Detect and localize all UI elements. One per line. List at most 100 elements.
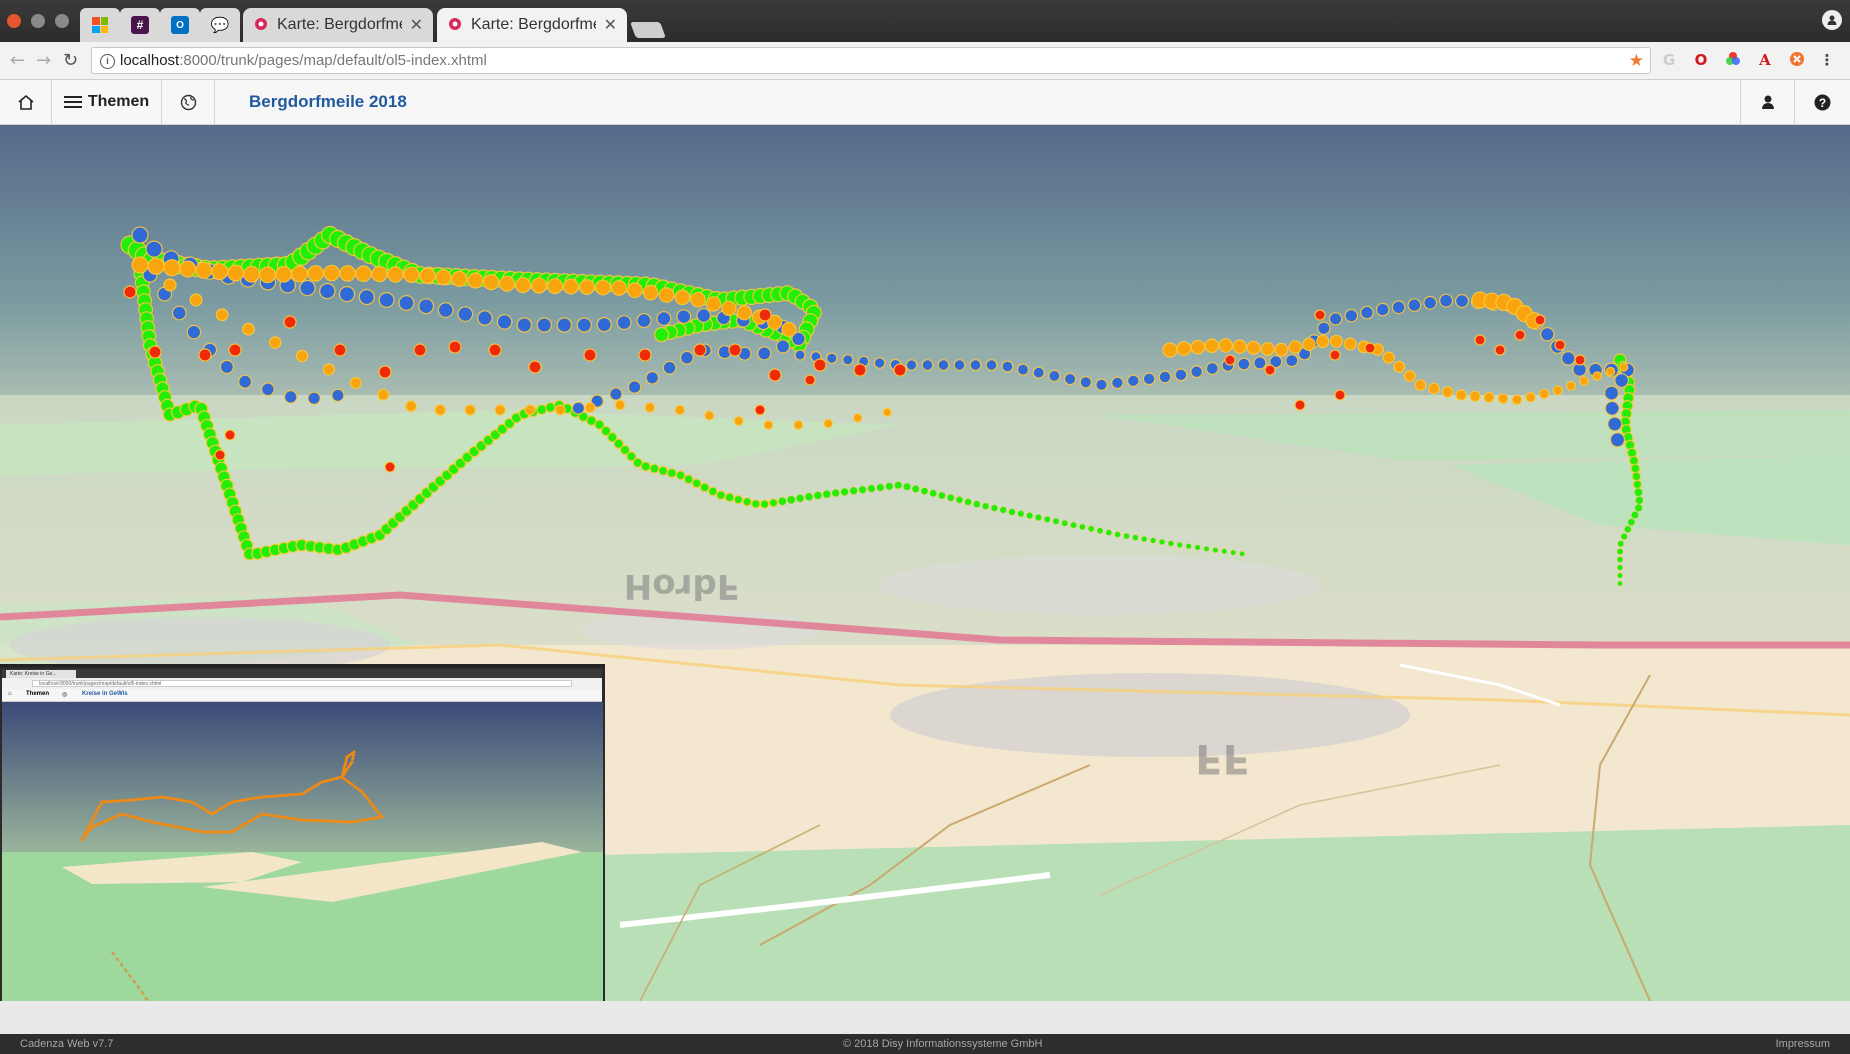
- track-point-green: [751, 499, 761, 509]
- inset-track-point: [147, 819, 151, 823]
- track-point-blue: [1604, 385, 1620, 401]
- track-point-green: [990, 504, 998, 512]
- inset-track-point: [260, 795, 264, 799]
- inset-track-point: [84, 833, 88, 837]
- tab-title: Karte: Bergdorfmeile 2018: [471, 16, 596, 33]
- inset-track-point: [233, 799, 237, 804]
- page-title: Bergdorfmeile 2018: [249, 92, 407, 111]
- new-tab-button[interactable]: [630, 22, 666, 38]
- address-bar[interactable]: i localhost:8000/trunk/pages/map/default…: [91, 47, 1651, 74]
- track-point-orange: [793, 420, 804, 430]
- inset-track-point: [350, 820, 354, 824]
- track-point-orange: [1176, 341, 1192, 357]
- user-icon: [1761, 95, 1774, 109]
- track-point-red: [198, 348, 212, 362]
- inset-track-point: [185, 827, 189, 831]
- inset-track-point: [109, 799, 113, 803]
- track-point-red: [693, 343, 707, 357]
- track-point-orange: [499, 275, 516, 292]
- inset-track-point: [194, 829, 198, 833]
- track-point-blue: [1360, 305, 1374, 320]
- pinned-tab-outlook[interactable]: O: [160, 8, 200, 42]
- track-point-red: [378, 365, 392, 379]
- track-point-red: [1474, 334, 1486, 346]
- track-point-green: [795, 494, 805, 503]
- track-point-green: [831, 488, 840, 498]
- track-point-red: [768, 368, 782, 382]
- track-point-orange: [642, 284, 659, 301]
- inset-track-point: [121, 799, 125, 803]
- color-picker-icon[interactable]: [1724, 51, 1742, 69]
- track-point-blue: [985, 359, 998, 372]
- track-point-orange: [584, 402, 596, 413]
- track-point-green: [658, 465, 669, 476]
- track-point-orange: [215, 308, 229, 322]
- bookmark-star-icon[interactable]: ★: [1629, 48, 1644, 73]
- track-point-orange: [227, 264, 245, 282]
- track-point-red: [813, 358, 827, 372]
- track-point-orange: [131, 256, 149, 274]
- track-point-green: [768, 498, 779, 508]
- globe-button[interactable]: [162, 80, 215, 124]
- info-icon[interactable]: i: [100, 54, 115, 69]
- inset-track-point: [278, 794, 283, 798]
- track-point-orange: [1455, 389, 1467, 401]
- inset-track-point: [175, 797, 179, 802]
- help-button[interactable]: ?: [1795, 80, 1850, 124]
- track-point-green: [666, 468, 677, 479]
- track-point-orange: [674, 404, 686, 416]
- forward-icon[interactable]: →: [36, 50, 51, 71]
- track-point-red: [1364, 342, 1376, 354]
- inset-track-point: [88, 828, 92, 832]
- track-point-blue: [842, 354, 854, 366]
- browser-tab-active[interactable]: Karte: Bergdorfmeile 2018 ✕: [437, 8, 627, 42]
- inset-track-point: [351, 757, 355, 761]
- pinned-tab-chat[interactable]: 💬: [200, 8, 240, 42]
- window-close-button[interactable]: [7, 14, 21, 28]
- pinned-tab-windows[interactable]: [80, 8, 120, 42]
- profile-button[interactable]: [1822, 10, 1842, 30]
- track-point-green: [1141, 535, 1148, 543]
- track-point-orange: [1393, 360, 1406, 373]
- reload-icon[interactable]: ↻: [63, 50, 78, 71]
- window-maximize-button[interactable]: [55, 14, 69, 28]
- inset-track-point: [272, 794, 276, 798]
- track-point-blue: [1142, 372, 1156, 386]
- back-icon[interactable]: ←: [10, 50, 25, 71]
- google-icon[interactable]: G: [1660, 51, 1678, 69]
- themes-button[interactable]: Themen: [52, 80, 162, 124]
- inset-track-point: [127, 798, 131, 802]
- track-point-red: [528, 360, 542, 374]
- inset-track-point: [242, 798, 246, 802]
- inset-track-point: [91, 816, 95, 820]
- acrobat-icon[interactable]: A: [1756, 51, 1774, 69]
- track-point-green: [649, 463, 660, 474]
- opera-icon[interactable]: O: [1692, 51, 1710, 69]
- window-minimize-button[interactable]: [31, 14, 45, 28]
- tab-close-icon[interactable]: ✕: [410, 15, 423, 35]
- inset-track-point: [169, 796, 173, 801]
- inset-track-point: [124, 798, 128, 802]
- track-point-blue: [1561, 351, 1576, 366]
- browser-toolbar: ← → ↻ i localhost:8000/trunk/pages/map/d…: [0, 42, 1850, 80]
- ublock-icon[interactable]: [1788, 51, 1806, 69]
- track-point-blue: [1344, 308, 1359, 323]
- track-point-blue: [331, 388, 345, 402]
- inset-track-point: [254, 796, 258, 800]
- tab-close-icon[interactable]: ✕: [604, 15, 617, 35]
- track-point-green: [545, 402, 556, 413]
- home-button[interactable]: [0, 80, 52, 124]
- track-point-blue: [437, 302, 454, 319]
- track-point-green: [1114, 531, 1121, 538]
- inset-track-point: [239, 798, 243, 803]
- chat-icon: 💬: [210, 17, 230, 34]
- impressum-link[interactable]: Impressum: [1776, 1038, 1830, 1050]
- track-point-orange: [595, 279, 611, 296]
- pinned-tab-slack[interactable]: #: [120, 8, 160, 42]
- track-point-orange: [611, 280, 627, 296]
- track-point-blue: [609, 387, 623, 401]
- browser-tab[interactable]: Karte: Bergdorfmeile 2018 ✕: [243, 8, 433, 42]
- user-button[interactable]: [1740, 80, 1795, 124]
- browser-menu-icon[interactable]: ⋮: [1818, 51, 1836, 69]
- inset-track-point: [141, 818, 145, 822]
